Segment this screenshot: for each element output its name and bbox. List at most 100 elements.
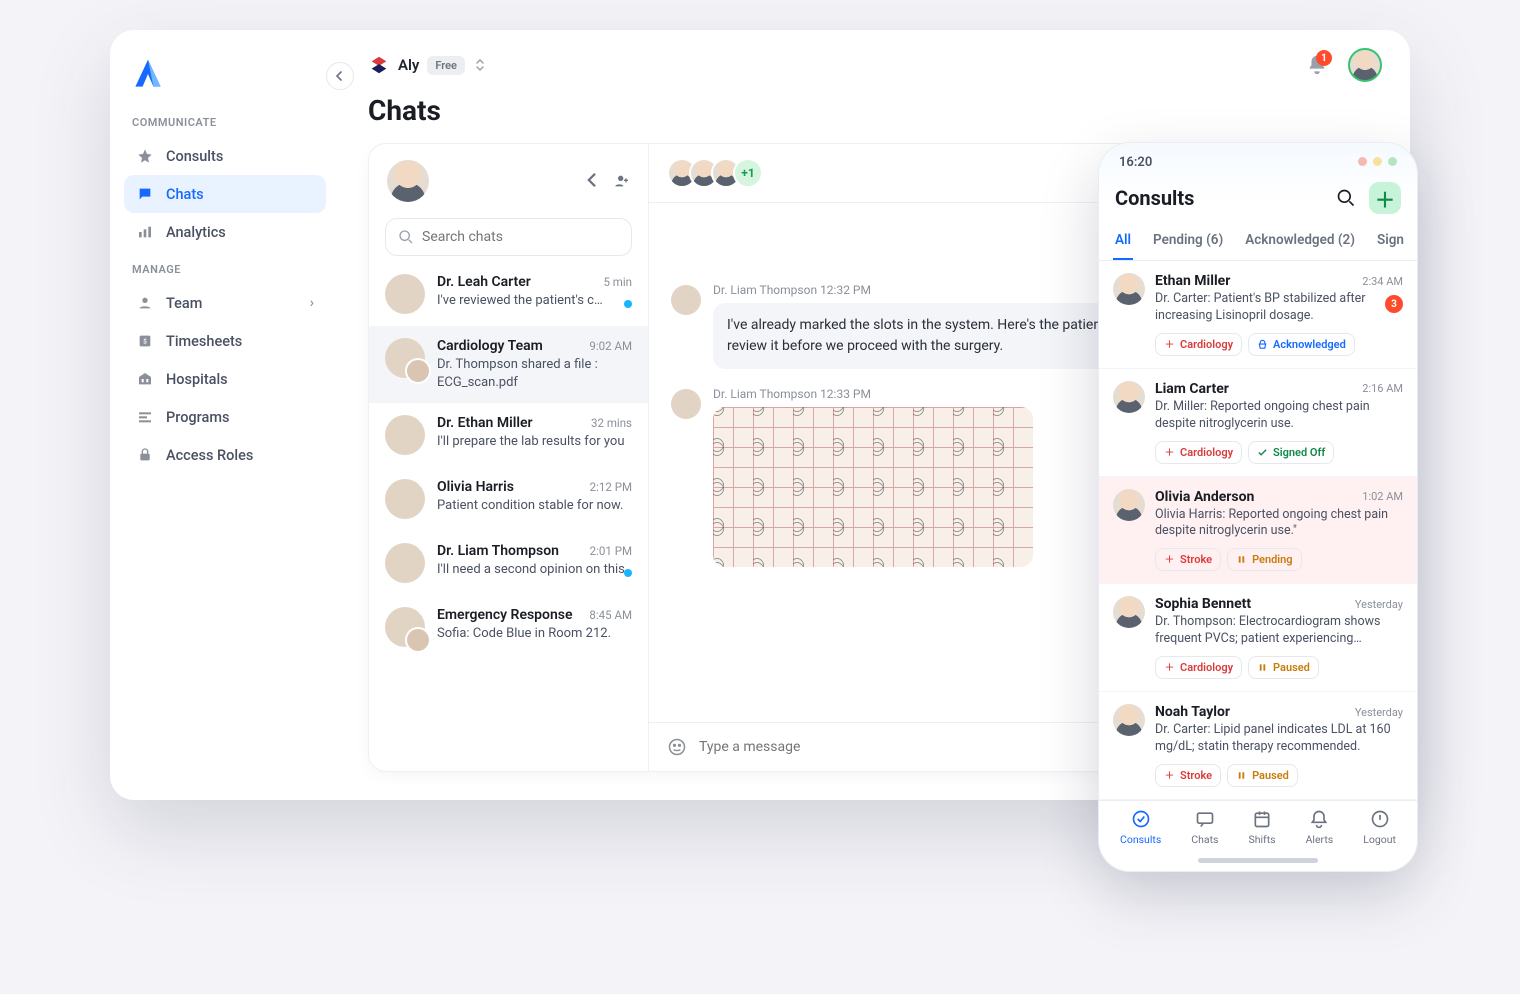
back-icon[interactable] <box>586 173 600 189</box>
sidebar-item-access-roles[interactable]: Access Roles <box>124 436 326 474</box>
nav-shifts[interactable]: Shifts <box>1248 809 1275 846</box>
nav-consults[interactable]: Consults <box>1120 809 1161 846</box>
conversation-preview: I'll need a second opinion on this <box>437 561 632 579</box>
conversation-name: Dr. Leah Carter <box>437 274 531 290</box>
sidebar-item-chats[interactable]: Chats <box>124 175 326 213</box>
conversation-preview: Sofia: Code Blue in Room 212. <box>437 625 632 643</box>
window-controls <box>1352 155 1397 170</box>
consult-preview: Dr. Thompson: Electrocardiogram shows fr… <box>1155 614 1403 648</box>
message-meta: Dr. Liam Thompson 12:33 PM <box>713 387 1033 401</box>
tab-acknowledged[interactable]: Acknowledged (2) <box>1243 224 1357 260</box>
search-field[interactable] <box>422 229 619 245</box>
consult-name: Liam Carter <box>1155 381 1229 397</box>
sidebar-item-team[interactable]: Team › <box>124 284 326 322</box>
sidebar-item-label: Hospitals <box>166 371 228 388</box>
workspace-name: Aly <box>398 56 419 74</box>
unread-dot-icon <box>624 300 632 308</box>
nav-logout[interactable]: Logout <box>1363 809 1396 846</box>
avatar <box>385 415 425 455</box>
sidebar-item-analytics[interactable]: Analytics <box>124 213 326 251</box>
consult-item[interactable]: Noah TaylorYesterday Dr. Carter: Lipid p… <box>1099 692 1417 800</box>
section-label-manage: MANAGE <box>132 263 318 276</box>
topbar: Aly Free 1 <box>340 30 1410 92</box>
conversation-name: Cardiology Team <box>437 338 543 354</box>
conversation-preview: Patient condition stable for now. <box>437 497 632 515</box>
chat-icon <box>136 185 154 203</box>
nav-alerts[interactable]: Alerts <box>1306 809 1334 846</box>
sidebar: COMMUNICATE Consults Chats Analytics MAN… <box>110 30 340 800</box>
tab-all[interactable]: All <box>1113 224 1133 260</box>
conversation-time: 2:01 PM <box>590 544 632 558</box>
conversation-list-header <box>369 144 648 208</box>
workspace-switcher[interactable]: Aly Free <box>368 54 485 76</box>
consult-time: 1:02 AM <box>1362 490 1403 503</box>
add-consult-button[interactable]: ＋ <box>1369 182 1401 214</box>
conversation-name: Emergency Response <box>437 607 573 623</box>
sidebar-item-timesheets[interactable]: $ Timesheets <box>124 322 326 360</box>
consult-name: Sophia Bennett <box>1155 596 1251 612</box>
category-tag: Cardiology <box>1155 333 1242 356</box>
avatar <box>1113 273 1145 305</box>
conversation-time: 5 min <box>603 275 632 289</box>
team-icon <box>136 294 154 312</box>
page-title: Chats <box>340 92 1410 143</box>
tab-pending[interactable]: Pending (6) <box>1151 224 1225 260</box>
search-chats-input[interactable] <box>385 218 632 256</box>
avatar <box>385 274 425 314</box>
emoji-icon[interactable] <box>667 737 687 757</box>
workspace-logo-icon <box>368 54 390 76</box>
consult-item[interactable]: Ethan Miller2:34 AM Dr. Carter: Patient'… <box>1099 261 1417 369</box>
consult-time: 2:16 AM <box>1362 382 1403 395</box>
self-avatar[interactable] <box>387 160 429 202</box>
category-tag: Stroke <box>1155 548 1221 571</box>
participant-avatars[interactable]: +1 <box>667 158 763 188</box>
conversation-time: 9:02 AM <box>589 339 632 353</box>
category-tag: Cardiology <box>1155 441 1242 464</box>
nav-chats[interactable]: Chats <box>1191 809 1218 846</box>
mobile-title: Consults <box>1115 186 1323 210</box>
consult-item[interactable]: Sophia Bennett Yesterday Dr. Thompson: El… <box>1099 584 1417 692</box>
conversation-item[interactable]: Cardiology Team 9:02 AM Dr. Thompson shar… <box>369 326 648 403</box>
sidebar-item-label: Timesheets <box>166 333 242 350</box>
conversation-item[interactable]: Emergency Response8:45 AM Sofia: Code Bl… <box>369 595 648 659</box>
status-tag: Paused <box>1227 764 1298 787</box>
conversation-item[interactable]: Olivia Harris2:12 PM Patient condition s… <box>369 467 648 531</box>
status-tag: Signed Off <box>1248 441 1334 464</box>
section-label-communicate: COMMUNICATE <box>132 116 318 129</box>
ecg-image-attachment[interactable] <box>713 407 1033 567</box>
mobile-consults-list[interactable]: Ethan Miller2:34 AM Dr. Carter: Patient'… <box>1099 261 1417 800</box>
conversation-preview: Dr. Thompson shared a file : ECG_scan.pd… <box>437 356 632 391</box>
consult-preview: Dr. Carter: Lipid panel indicates LDL at… <box>1155 722 1403 756</box>
unread-count-badge: 3 <box>1385 295 1403 313</box>
tab-sign[interactable]: Sign <box>1375 224 1406 260</box>
app-logo <box>130 56 166 92</box>
programs-icon <box>136 408 154 426</box>
sidebar-item-programs[interactable]: Programs <box>124 398 326 436</box>
home-indicator <box>1198 858 1318 863</box>
conversation-item[interactable]: Dr. Liam Thompson 2:01 PM I'll need a sec… <box>369 531 648 595</box>
hospital-icon <box>136 370 154 388</box>
avatar <box>385 543 425 583</box>
avatar <box>671 285 701 315</box>
avatar <box>385 338 425 378</box>
sidebar-item-consults[interactable]: Consults <box>124 137 326 175</box>
conversation-item[interactable]: Dr. Leah Carter5 min I've reviewed the p… <box>369 262 648 326</box>
sidebar-item-label: Chats <box>166 186 204 203</box>
conversation-list: Dr. Leah Carter5 min I've reviewed the p… <box>369 144 649 771</box>
mobile-status-bar: 16:20 <box>1099 143 1417 176</box>
conversation-item[interactable]: Dr. Ethan Miller32 mins I'll prepare the… <box>369 403 648 467</box>
conversation-name: Dr. Liam Thompson <box>437 543 559 559</box>
search-icon[interactable] <box>1333 185 1359 211</box>
notifications-button[interactable]: 1 <box>1306 54 1328 76</box>
profile-avatar[interactable] <box>1348 48 1382 82</box>
star-icon <box>136 147 154 165</box>
sidebar-item-hospitals[interactable]: Hospitals <box>124 360 326 398</box>
add-contact-icon[interactable] <box>614 173 630 189</box>
consult-item[interactable]: Olivia Anderson1:02 AM Olivia Harris: Re… <box>1099 477 1417 585</box>
avatar <box>1113 489 1145 521</box>
consult-time: Yesterday <box>1355 598 1403 611</box>
consult-item[interactable]: Liam Carter2:16 AM Dr. Miller: Reported … <box>1099 369 1417 477</box>
sidebar-collapse-button[interactable] <box>326 62 354 90</box>
avatar <box>385 607 425 647</box>
timesheet-icon: $ <box>136 332 154 350</box>
